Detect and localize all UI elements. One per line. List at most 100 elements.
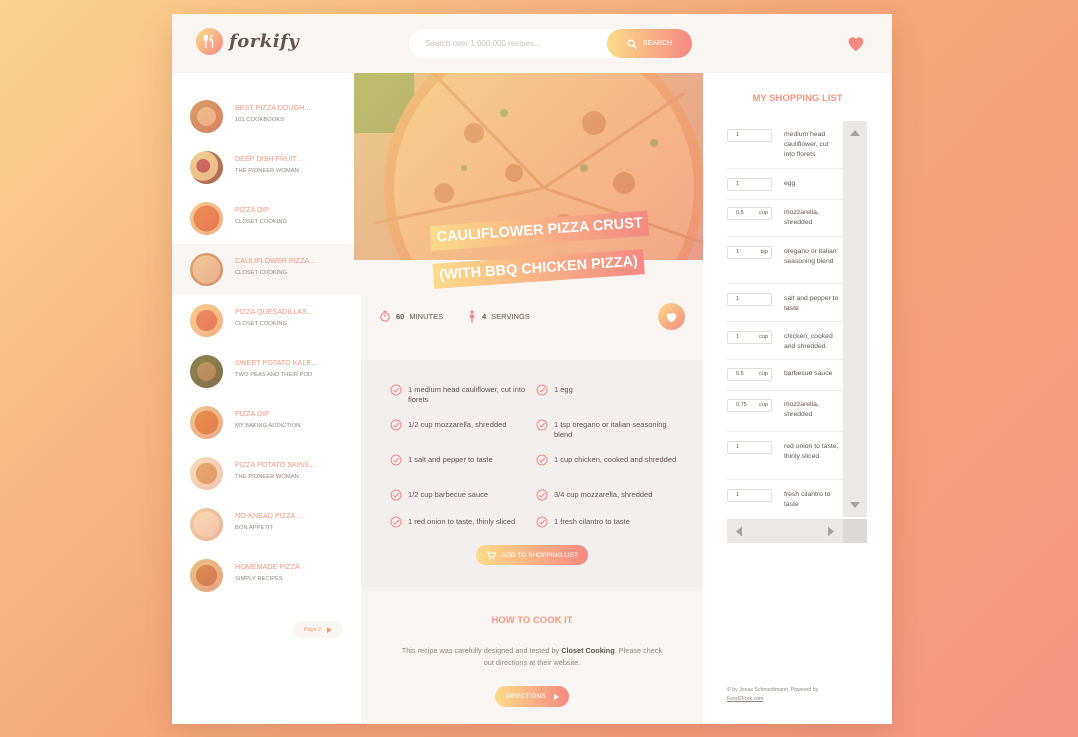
shopping-count-input[interactable]: 1 tsp	[727, 246, 772, 259]
result-title: PIZZA POTATO SKINS...	[235, 460, 315, 469]
count-unit: tsp	[760, 249, 768, 255]
heart-icon	[666, 312, 677, 322]
check-icon	[536, 454, 548, 466]
check-icon	[536, 384, 548, 396]
copyright-text: © by Jonas Schmedtmann. Powered by	[727, 687, 819, 693]
shopping-count-input[interactable]: 0.5 cup	[727, 207, 772, 220]
shopping-item-desc: red onion to taste, thinly sliced	[784, 443, 839, 460]
check-icon	[536, 419, 548, 431]
count-value: 1	[736, 492, 740, 498]
results-panel: BEST PIZZA DOUGH... 101 COOKBOOKS DEEP D…	[172, 73, 361, 724]
shopping-count-input[interactable]: 1	[727, 293, 772, 306]
horizontal-scrollbar[interactable]	[727, 519, 843, 543]
shopping-count-input[interactable]: 0.5 cup	[727, 368, 772, 381]
stopwatch-icon	[380, 310, 390, 322]
count-value: 0.75	[736, 402, 747, 408]
result-item[interactable]: NO-KNEAD PIZZA... BON APPETIT	[172, 499, 361, 550]
result-title: PIZZA QUESADILLAS...	[235, 307, 313, 316]
shopping-item: 1 fresh cilantro to taste	[727, 480, 843, 517]
scrollbar-corner	[843, 519, 867, 543]
shopping-item-desc: fresh cilantro to taste	[784, 491, 831, 508]
shopping-item-desc: mozzarella, shredded	[784, 401, 819, 418]
result-item-active[interactable]: CAULIFLOWER PIZZA... CLOSET COOKING	[172, 244, 361, 295]
result-item[interactable]: PIZZA QUESADILLAS... CLOSET COOKING	[172, 295, 361, 346]
result-title: SWEET POTATO KALE...	[235, 358, 318, 367]
directions-text-part-1: This recipe was carefully designed and t…	[401, 646, 562, 655]
result-author: CLOSET COOKING	[235, 321, 288, 327]
add-to-shopping-list-button[interactable]: ADD TO SHOPPING LIST	[476, 545, 588, 565]
search-button[interactable]: Search	[607, 29, 692, 58]
count-value: 0.5	[736, 210, 744, 216]
result-thumbnail	[190, 406, 223, 439]
result-item[interactable]: HOMEMADE PIZZA SIMPLY RECIPES	[172, 550, 361, 601]
shopping-item-desc: mozzarella, shredded	[784, 209, 819, 226]
shopping-item: 1 egg	[727, 169, 843, 200]
result-item[interactable]: PIZZA DIP CLOSET COOKING	[172, 193, 361, 244]
directions-heading: HOW TO COOK IT	[491, 615, 573, 626]
count-unit: cup	[759, 371, 768, 377]
result-author: BON APPETIT	[235, 525, 274, 531]
like-heart-button[interactable]	[658, 303, 685, 330]
shopping-count-input[interactable]: 1	[727, 129, 772, 142]
search-icon	[627, 39, 637, 49]
result-item[interactable]: PIZZA DIP MY BAKING ADDICTION	[172, 397, 361, 448]
directions-section: HOW TO COOK IT This recipe was carefully…	[361, 591, 703, 724]
header: forkify Search	[172, 14, 892, 73]
result-thumbnail	[190, 100, 223, 133]
shopping-item-desc: chicken, cooked and shredded	[784, 333, 833, 350]
result-title: PIZZA DIP	[235, 205, 269, 214]
scroll-down-arrow-icon[interactable]	[849, 501, 861, 509]
result-item[interactable]: DEEP DISH FRUIT... THE PIONEER WOMAN	[172, 142, 361, 193]
shopping-count-input[interactable]: 1	[727, 178, 772, 191]
directions-button[interactable]: DIRECTIONS	[495, 686, 569, 707]
vertical-scrollbar[interactable]	[843, 121, 867, 517]
logo[interactable]: forkify	[196, 28, 299, 55]
result-item[interactable]: SWEET POTATO KALE... TWO PEAS AND THEIR …	[172, 346, 361, 397]
ingredient-text: 1 egg	[554, 385, 573, 394]
result-author: SIMPLY RECIPES	[235, 576, 283, 582]
scroll-up-arrow-icon[interactable]	[849, 129, 861, 137]
copyright: © by Jonas Schmedtmann. Powered by Food2…	[727, 686, 857, 704]
shopping-item: 1 red onion to taste, thinly sliced	[727, 432, 843, 480]
shopping-item: 1 salt and pepper to taste	[727, 284, 843, 322]
shopping-count-input[interactable]: 1	[727, 441, 772, 454]
recipe-title-line-1: CAULIFLOWER PIZZA CRUST	[429, 210, 650, 251]
ingredient-text: 1 salt and pepper to taste	[408, 455, 493, 464]
food2fork-link[interactable]: Food2Fork.com	[727, 696, 763, 702]
likes-heart-icon[interactable]	[846, 34, 866, 57]
shopping-item-desc: oregano or italian seasoning blend	[784, 248, 837, 265]
result-author: CLOSET COOKING	[235, 219, 288, 225]
check-icon	[390, 489, 402, 501]
scroll-left-arrow-icon[interactable]	[735, 526, 743, 537]
scroll-right-arrow-icon[interactable]	[827, 526, 835, 537]
recipe-time: 60 MINUTES	[379, 310, 443, 322]
count-value: 1	[736, 334, 740, 340]
shopping-item: 0.75 cup mozzarella, shredded	[727, 391, 843, 432]
result-item[interactable]: BEST PIZZA DOUGH... 101 COOKBOOKS	[172, 91, 361, 142]
result-thumbnail	[190, 151, 223, 184]
shopping-item: 0.5 cup barbecue sauce	[727, 360, 843, 391]
shopping-count-input[interactable]: 0.75 cup	[727, 399, 772, 412]
servings-value: 4	[482, 312, 487, 321]
count-unit: cup	[759, 402, 768, 408]
result-thumbnail	[190, 457, 223, 490]
shopping-count-input[interactable]: 1	[727, 489, 772, 502]
triangle-right-icon	[553, 693, 559, 700]
check-icon	[390, 384, 402, 396]
logo-text: forkify	[229, 31, 300, 52]
count-unit: cup	[759, 334, 768, 340]
search-input[interactable]	[425, 35, 595, 52]
triangle-right-icon	[327, 626, 333, 633]
pagination-next-button[interactable]: Page 2	[293, 621, 343, 638]
search-button-label: Search	[642, 40, 673, 47]
result-title: HOMEMADE PIZZA	[235, 562, 300, 571]
ingredient-text: 1 tsp oregano or italian seasoning blend	[554, 420, 667, 439]
check-icon	[536, 489, 548, 501]
result-author: THE PIONEER WOMAN	[235, 168, 299, 174]
shopping-list[interactable]: 1 medium head cauliflower, cut into flor…	[727, 121, 867, 517]
time-unit: MINUTES	[409, 311, 444, 321]
shopping-count-input[interactable]: 1 cup	[727, 331, 772, 344]
result-thumbnail	[190, 202, 223, 235]
result-item[interactable]: PIZZA POTATO SKINS... THE PIONEER WOMAN	[172, 448, 361, 499]
ingredients-section: 1 medium head cauliflower, cut into flor…	[361, 360, 703, 591]
